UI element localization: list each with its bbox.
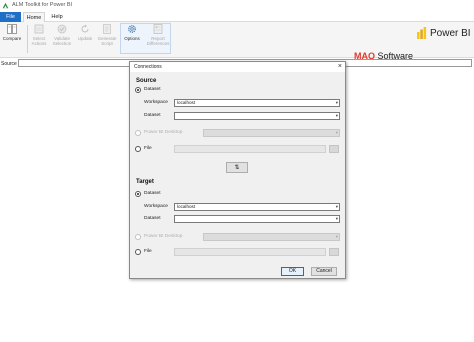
source-pbi-desktop-select[interactable]: ▾ [203, 129, 340, 137]
gear-icon [128, 25, 136, 33]
update-icon [81, 24, 89, 33]
validate-icon [57, 24, 67, 34]
generate-script-button[interactable]: Generate Script [96, 24, 118, 46]
connections-dialog: Connections × Source Dataset Workspace l… [129, 61, 346, 279]
select-actions-icon [34, 24, 44, 34]
source-dataset-label: Dataset [144, 113, 161, 118]
chevron-down-icon: ▾ [335, 234, 338, 239]
chevron-down-icon: ▾ [335, 100, 338, 105]
target-pbi-desktop-select[interactable]: ▾ [203, 233, 340, 241]
menu-bar: File Home Help [0, 12, 474, 23]
select-actions-button[interactable]: Select Actions [28, 24, 50, 46]
target-dataset-label: Dataset [144, 216, 161, 221]
source-pbi-desktop-radio[interactable] [135, 130, 141, 136]
source-dataset-radio-label: Dataset [144, 87, 161, 92]
chevron-down-icon: ▾ [335, 130, 338, 135]
powerbi-logo-icon [417, 27, 427, 39]
target-dataset-select[interactable]: ▾ [174, 215, 340, 223]
update-button[interactable]: Update [74, 24, 96, 41]
source-heading: Source [136, 78, 157, 84]
target-pbi-desktop-label: Power BI Desktop [144, 234, 183, 239]
target-workspace-label: Workspace [144, 204, 168, 209]
target-file-label: File [144, 249, 152, 254]
target-dataset-radio[interactable] [135, 191, 141, 197]
source-workspace-label: Workspace [144, 100, 168, 105]
ribbon: Compare Select Actions Validate Selectio… [0, 22, 474, 61]
compare-button[interactable]: Compare [1, 24, 23, 41]
target-pbi-desktop-radio[interactable] [135, 234, 141, 240]
ok-button[interactable]: OK [281, 267, 304, 276]
source-file-label: File [144, 146, 152, 151]
generate-script-icon [103, 24, 111, 34]
generate-script-label: Generate Script [97, 36, 117, 46]
source-label: Source [1, 61, 17, 67]
validate-selection-label: Validate Selection [52, 36, 72, 46]
source-workspace-select[interactable]: localhost ▾ [174, 99, 340, 107]
target-workspace-select[interactable]: localhost ▾ [174, 203, 340, 211]
target-heading: Target [136, 179, 154, 185]
window-title: ALM Toolkit for Power BI [12, 2, 73, 8]
select-actions-label: Select Actions [31, 36, 47, 46]
target-file-browse-button[interactable] [329, 248, 339, 256]
compare-label: Compare [2, 36, 22, 41]
validate-selection-button[interactable]: Validate Selection [51, 24, 73, 46]
tab-help[interactable]: Help [48, 12, 66, 22]
update-label: Update [77, 36, 93, 41]
source-file-browse-button[interactable] [329, 145, 339, 153]
chevron-down-icon: ▾ [335, 204, 338, 209]
target-file-radio[interactable] [135, 249, 141, 255]
options-label: Options [124, 36, 140, 41]
chevron-down-icon: ▾ [335, 113, 338, 118]
report-icon [153, 24, 163, 34]
report-differences-label: Report Differences [146, 36, 170, 46]
close-icon[interactable]: × [338, 62, 342, 72]
source-file-path[interactable] [174, 145, 326, 153]
dialog-title-bar: Connections × [130, 62, 345, 72]
source-file-radio[interactable] [135, 146, 141, 152]
source-dataset-radio[interactable] [135, 87, 141, 93]
report-differences-button[interactable]: Report Differences [145, 24, 171, 46]
source-pbi-desktop-label: Power BI Desktop [144, 130, 183, 135]
target-workspace-value: localhost [177, 204, 196, 209]
dialog-title: Connections [134, 64, 162, 70]
alm-app-icon [2, 2, 9, 9]
target-file-path[interactable] [174, 248, 326, 256]
swap-button[interactable]: ⇅ [226, 162, 248, 173]
powerbi-logo-text: Power BI [430, 28, 471, 39]
menu-file[interactable]: File [0, 12, 21, 22]
cancel-button[interactable]: Cancel [311, 267, 337, 276]
compare-icon [7, 24, 17, 34]
chevron-down-icon: ▾ [335, 216, 338, 221]
title-bar: ALM Toolkit for Power BI [0, 0, 474, 12]
target-dataset-radio-label: Dataset [144, 191, 161, 196]
source-dataset-select[interactable]: ▾ [174, 112, 340, 120]
source-workspace-value: localhost [177, 100, 196, 105]
options-button[interactable]: Options [121, 24, 143, 41]
